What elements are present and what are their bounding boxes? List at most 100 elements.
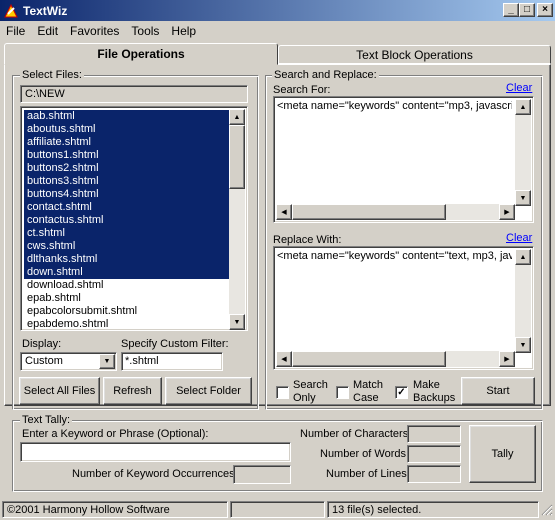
make-backups-label: Make Backups: [413, 379, 456, 404]
tab-file-operations[interactable]: File Operations: [4, 43, 278, 65]
close-icon: ×: [542, 4, 548, 15]
scroll-down-icon[interactable]: ▼: [515, 190, 531, 206]
chevron-down-icon[interactable]: ▼: [99, 354, 115, 369]
display-label: Display:: [22, 338, 62, 350]
selected-count-text: 13 file(s) selected.: [332, 503, 422, 516]
file-list-item[interactable]: buttons2.shtml: [24, 162, 230, 175]
display-select[interactable]: Custom ▼: [20, 352, 117, 371]
select-folder-label: Select Folder: [176, 385, 241, 397]
search-textarea[interactable]: <meta name="keywords" content="mp3, java…: [273, 96, 534, 223]
select-folder-button[interactable]: Select Folder: [165, 377, 252, 405]
file-list-item[interactable]: cws.shtml: [24, 240, 230, 253]
file-list-item[interactable]: affiliate.shtml: [24, 136, 230, 149]
file-list-item[interactable]: epabdemo.shtml: [24, 318, 230, 330]
select-files-label: Select Files:: [20, 69, 84, 81]
scroll-right-icon[interactable]: ▶: [499, 204, 515, 220]
keyword-input[interactable]: [20, 442, 291, 462]
menu-help[interactable]: Help: [165, 24, 202, 38]
file-list-item[interactable]: dlthanks.shtml: [24, 253, 230, 266]
start-label: Start: [486, 385, 510, 397]
tab-text-block-label: Text Block Operations: [356, 47, 473, 62]
file-list-item[interactable]: aboutus.shtml: [24, 123, 230, 136]
search-vscroll[interactable]: ▲ ▼: [515, 99, 531, 206]
file-list-item[interactable]: buttons4.shtml: [24, 188, 230, 201]
file-list-scrollbar[interactable]: ▲ ▼: [229, 109, 245, 330]
search-for-label: Search For:: [273, 84, 331, 96]
match-case-label: Match Case: [353, 379, 383, 404]
maximize-button[interactable]: □: [519, 3, 535, 17]
hscroll-thumb[interactable]: [292, 204, 446, 220]
text-tally-label: Text Tally:: [20, 414, 73, 426]
tally-button[interactable]: Tally: [469, 425, 536, 483]
filter-value: *.shtml: [125, 355, 159, 367]
scroll-up-icon[interactable]: ▲: [515, 99, 531, 115]
replace-vscroll[interactable]: ▲ ▼: [515, 249, 531, 353]
resize-grip-icon[interactable]: [541, 504, 553, 516]
scroll-right-icon[interactable]: ▶: [499, 351, 515, 367]
select-all-files-button[interactable]: Select All Files: [19, 377, 100, 405]
file-list-item[interactable]: down.shtml: [24, 266, 230, 279]
search-text: <meta name="keywords" content="mp3, java…: [277, 100, 512, 112]
menu-tools[interactable]: Tools: [125, 24, 165, 38]
minimize-button[interactable]: _: [503, 3, 519, 17]
file-list-item[interactable]: epabcolorsubmit.shtml: [24, 305, 230, 318]
file-list-item[interactable]: epab.shtml: [24, 292, 230, 305]
occurrences-label: Number of Keyword Occurrences:: [72, 468, 238, 480]
keyword-label: Enter a Keyword or Phrase (Optional):: [22, 428, 209, 440]
lines-label: Number of Lines:: [326, 468, 410, 480]
close-button[interactable]: ×: [537, 3, 553, 17]
filter-input[interactable]: *.shtml: [121, 352, 223, 371]
refresh-label: Refresh: [113, 385, 152, 397]
tally-label: Tally: [491, 448, 514, 460]
replace-textarea[interactable]: <meta name="keywords" content="text, mp3…: [273, 246, 534, 370]
window-title: TextWiz: [23, 3, 68, 18]
tab-file-operations-label: File Operations: [97, 47, 185, 61]
scroll-up-icon[interactable]: ▲: [229, 109, 245, 125]
path-text: C:\NEW: [25, 88, 65, 100]
search-replace-label: Search and Replace:: [272, 69, 379, 81]
scroll-down-icon[interactable]: ▼: [229, 314, 245, 330]
hscroll-thumb[interactable]: [292, 351, 446, 367]
file-list-item[interactable]: buttons3.shtml: [24, 175, 230, 188]
menu-favorites[interactable]: Favorites: [64, 24, 125, 38]
menu-bar: File Edit Favorites Tools Help: [0, 21, 555, 41]
file-list-item[interactable]: ct.shtml: [24, 227, 230, 240]
display-value: Custom: [25, 355, 63, 367]
scroll-thumb[interactable]: [229, 125, 245, 189]
characters-label: Number of Characters:: [300, 428, 412, 440]
search-only-label: Search Only: [293, 379, 328, 404]
file-list[interactable]: aab.shtml aboutus.shtml affiliate.shtml but…: [20, 106, 248, 331]
scroll-down-icon[interactable]: ▼: [515, 337, 531, 353]
make-backups-checkbox[interactable]: ✓: [395, 386, 408, 399]
search-only-checkbox[interactable]: [276, 386, 289, 399]
replace-clear-link[interactable]: Clear: [506, 232, 532, 244]
occurrences-value: [233, 465, 291, 484]
app-icon: [3, 3, 19, 19]
match-case-checkbox[interactable]: [336, 386, 349, 399]
file-list-item[interactable]: buttons1.shtml: [24, 149, 230, 162]
title-bar: TextWiz _ □ ×: [0, 0, 555, 21]
file-list-items: aab.shtml aboutus.shtml affiliate.shtml but…: [24, 110, 230, 330]
scroll-up-icon[interactable]: ▲: [515, 249, 531, 265]
file-list-item[interactable]: aab.shtml: [24, 110, 230, 123]
tab-text-block-operations[interactable]: Text Block Operations: [278, 45, 551, 64]
status-empty: [230, 501, 325, 518]
maximize-icon: □: [523, 4, 531, 15]
replace-with-label: Replace With:: [273, 234, 342, 246]
file-list-item[interactable]: contact.shtml: [24, 201, 230, 214]
scroll-left-icon[interactable]: ◀: [276, 204, 292, 220]
filter-label: Specify Custom Filter:: [121, 338, 229, 350]
scroll-left-icon[interactable]: ◀: [276, 351, 292, 367]
menu-file[interactable]: File: [0, 24, 31, 38]
search-clear-link[interactable]: Clear: [506, 82, 532, 94]
menu-edit[interactable]: Edit: [31, 24, 64, 38]
search-hscroll[interactable]: ◀ ▶: [276, 204, 515, 220]
start-button[interactable]: Start: [461, 377, 535, 405]
characters-value: [407, 425, 461, 443]
words-label: Number of Words:: [320, 448, 410, 460]
refresh-button[interactable]: Refresh: [103, 377, 162, 405]
file-list-item[interactable]: contactus.shtml: [24, 214, 230, 227]
replace-hscroll[interactable]: ◀ ▶: [276, 351, 515, 367]
file-list-item[interactable]: download.shtml: [24, 279, 230, 292]
status-copyright: ©2001 Harmony Hollow Software: [2, 501, 228, 518]
